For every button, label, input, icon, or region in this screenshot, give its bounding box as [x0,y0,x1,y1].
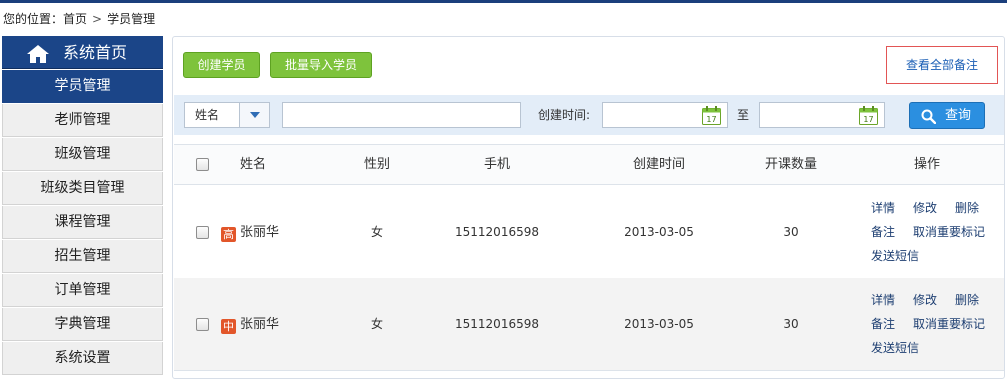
send-sms-link[interactable]: 发送短信 [871,340,919,356]
sidebar-item-courses[interactable]: 课程管理 [2,206,163,239]
priority-tag: 中 [221,319,236,334]
courses-cell: 30 [783,225,799,239]
col-name: 姓名 [239,157,267,172]
col-phone: 手机 [483,157,511,172]
col-gender: 性别 [363,157,391,172]
note-link[interactable]: 备注 [871,316,895,332]
dropdown-button[interactable] [239,103,269,127]
search-button[interactable]: 查询 [909,102,985,129]
unmark-important-link[interactable]: 取消重要标记 [913,224,985,240]
calendar-day: 17 [863,115,873,124]
sidebar-item-orders[interactable]: 订单管理 [2,274,163,307]
detail-link[interactable]: 详情 [871,200,895,216]
detail-link[interactable]: 详情 [871,292,895,308]
search-field-select[interactable]: 姓名 [184,102,270,128]
table-row: 高张丽华 女 15112016598 2013-03-05 30 详情 修改 删… [174,186,1004,279]
created-cell: 2013-03-05 [624,317,694,331]
create-student-button[interactable]: 创建学员 [183,52,260,78]
chevron-down-icon [250,112,260,118]
search-field-value: 姓名 [195,108,220,122]
row-checkbox[interactable] [196,318,209,331]
filter-bar: 姓名 创建时间: 17 至 17 查询 [174,95,1004,135]
courses-cell: 30 [783,317,799,331]
edit-link[interactable]: 修改 [913,200,937,216]
search-icon [921,109,936,124]
col-courses: 开课数量 [764,157,818,172]
main-panel: 创建学员 批量导入学员 查看全部备注 姓名 创建时间: 17 至 17 查询 姓… [172,36,1005,379]
home-icon [27,45,49,63]
gender-cell: 女 [370,225,384,239]
sidebar-item-settings[interactable]: 系统设置 [2,342,163,375]
note-link[interactable]: 备注 [871,224,895,240]
unmark-important-link[interactable]: 取消重要标记 [913,316,985,332]
breadcrumb: 您的位置：首页 > 学员管理 [3,10,155,28]
student-name-cell[interactable]: 中张丽华 [221,278,279,371]
delete-link[interactable]: 删除 [955,292,979,308]
col-actions: 操作 [913,157,941,172]
sidebar-home[interactable]: 系统首页 [2,36,163,69]
gender-cell: 女 [370,317,384,331]
to-label: 至 [737,108,750,122]
search-button-label: 查询 [945,108,972,123]
table-header: 姓名 性别 手机 创建时间 开课数量 操作 [174,144,1004,185]
student-name: 张丽华 [240,317,280,332]
sidebar-item-dictionary[interactable]: 字典管理 [2,308,163,341]
edit-link[interactable]: 修改 [913,292,937,308]
col-created: 创建时间 [632,157,686,172]
sidebar-item-classes[interactable]: 班级管理 [2,138,163,171]
phone-cell: 15112016598 [455,225,539,239]
sidebar-item-class-categories[interactable]: 班级类目管理 [2,172,163,205]
date-to-input[interactable]: 17 [759,102,885,128]
send-sms-link[interactable]: 发送短信 [871,248,919,264]
row-checkbox[interactable] [196,226,209,239]
table-row: 中张丽华 女 15112016598 2013-03-05 30 详情 修改 删… [174,278,1004,371]
delete-link[interactable]: 删除 [955,200,979,216]
date-from-input[interactable]: 17 [602,102,728,128]
sidebar-item-students[interactable]: 学员管理 [2,70,163,103]
breadcrumb-home-link[interactable]: 首页 [63,12,87,26]
created-time-label: 创建时间: [538,108,591,122]
calendar-day: 17 [706,115,716,124]
sidebar-item-enrollment[interactable]: 招生管理 [2,240,163,273]
breadcrumb-separator: > [92,12,103,26]
sidebar: 系统首页 学员管理 老师管理 班级管理 班级类目管理 课程管理 招生管理 订单管… [2,36,163,379]
calendar-icon[interactable]: 17 [702,106,721,125]
sidebar-home-label: 系统首页 [63,43,128,62]
breadcrumb-prefix: 您的位置： [3,12,64,26]
created-cell: 2013-03-05 [624,225,694,239]
phone-cell: 15112016598 [455,317,539,331]
select-all-checkbox[interactable] [196,158,209,171]
student-name-cell[interactable]: 高张丽华 [221,186,279,279]
top-accent-bar [0,0,1007,3]
view-all-notes-button[interactable]: 查看全部备注 [886,46,998,84]
keyword-input[interactable] [282,102,521,128]
calendar-icon[interactable]: 17 [859,106,878,125]
sidebar-item-teachers[interactable]: 老师管理 [2,104,163,137]
batch-import-button[interactable]: 批量导入学员 [270,52,372,78]
student-name: 张丽华 [240,225,280,240]
priority-tag: 高 [221,227,236,242]
breadcrumb-current: 学员管理 [107,12,156,26]
